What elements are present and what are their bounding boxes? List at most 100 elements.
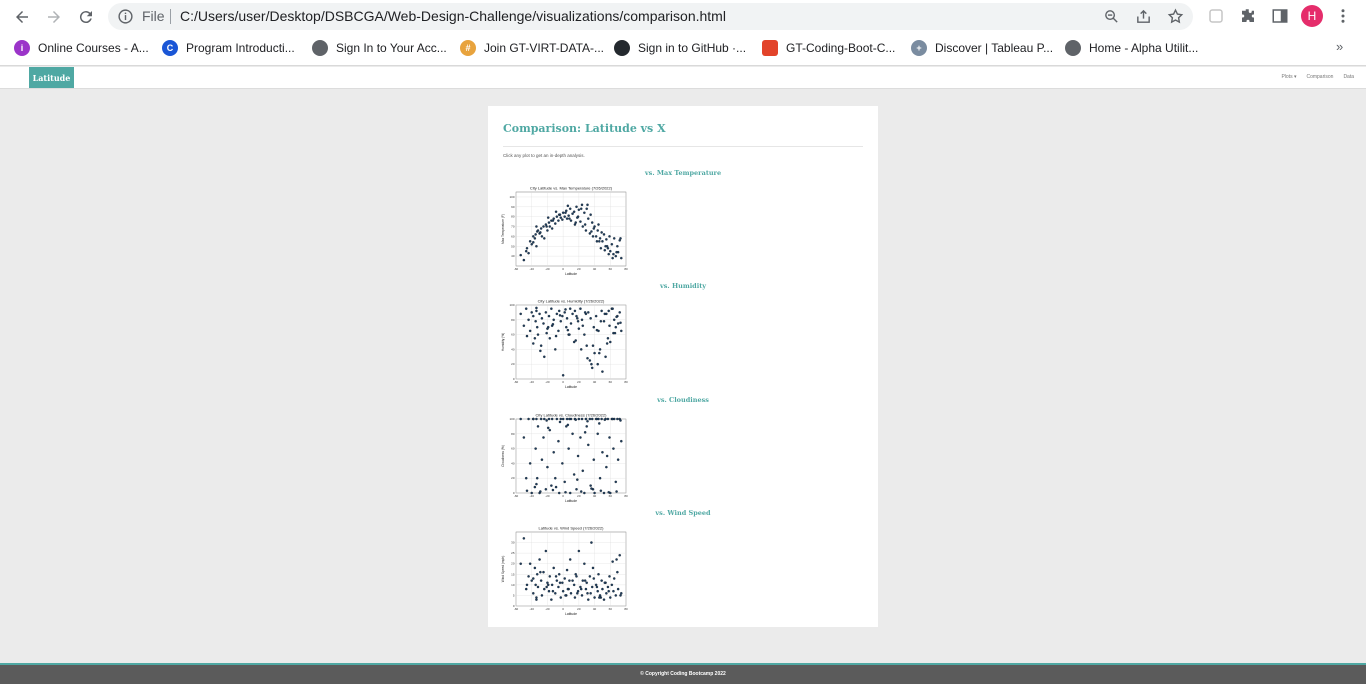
data-point <box>616 322 620 325</box>
y-axis-label: Cloudiness (%) <box>501 445 505 467</box>
plot-wind-speed[interactable]: Latitude vs. Wind Speed (7/26/2022) -60 -4… <box>500 524 630 620</box>
bookmarks-overflow-icon[interactable]: » <box>1336 39 1343 54</box>
data-point <box>534 320 537 323</box>
globe-purple-icon: i <box>14 40 30 56</box>
data-point <box>527 417 530 421</box>
section-heading-wind-speed: vs. Wind Speed <box>655 509 711 517</box>
data-point <box>608 575 611 578</box>
data-point <box>525 583 529 587</box>
back-icon[interactable] <box>11 6 33 28</box>
plot-humidity[interactable]: City Latitude vs. Humidity (7/26/2022) -6… <box>500 297 630 393</box>
profile-avatar[interactable]: H <box>1301 5 1323 27</box>
data-point <box>605 245 609 248</box>
nav-links: Plots ▾ Comparison Data <box>1281 74 1354 80</box>
tableau-icon: + <box>911 40 927 56</box>
data-point <box>540 458 544 461</box>
url-text[interactable]: C:/Users/user/Desktop/DSBCGA/Web-Design-… <box>180 8 726 24</box>
data-point <box>619 321 622 325</box>
extensions-puzzle-icon[interactable] <box>1239 7 1257 25</box>
slack-icon: # <box>460 40 476 56</box>
data-point <box>612 318 616 322</box>
reload-icon[interactable] <box>75 6 97 28</box>
data-point <box>530 243 533 246</box>
bookmark-slack[interactable]: # Join GT-VIRT-DATA-... <box>460 39 604 57</box>
data-point <box>546 216 550 219</box>
data-point <box>574 339 577 342</box>
x-axis-label: Latitude <box>565 499 577 503</box>
nav-plots-dropdown[interactable]: Plots ▾ <box>1281 74 1296 80</box>
chart-title: City Latitude vs. Humidity (7/26/2022) <box>538 299 605 304</box>
nav-data[interactable]: Data <box>1343 74 1354 80</box>
comparison-card: Comparison: Latitude vs X Click any plot… <box>488 106 878 627</box>
data-point <box>589 484 592 487</box>
data-point <box>593 491 596 495</box>
data-point <box>619 419 622 422</box>
forward-icon[interactable] <box>43 6 65 28</box>
data-point <box>609 340 612 344</box>
bookmark-label: GT-Coding-Boot-C... <box>786 41 896 55</box>
bookmark-tableau[interactable]: + Discover | Tableau P... <box>911 39 1053 57</box>
data-point <box>522 436 526 439</box>
data-point <box>614 594 618 597</box>
extension-box-icon[interactable] <box>1207 7 1225 25</box>
bookmark-online-courses[interactable]: i Online Courses - A... <box>14 39 149 57</box>
data-point <box>599 246 603 250</box>
data-point <box>527 318 530 322</box>
plot-max-temperature[interactable]: City Latitude vs. Max Temperature (7/26/… <box>500 184 630 280</box>
brand-logo[interactable]: Latitude <box>29 67 74 88</box>
data-point <box>573 309 577 313</box>
y-tick-label: 60 <box>511 447 515 451</box>
data-point <box>540 317 544 320</box>
data-point <box>587 598 590 601</box>
data-point <box>538 558 541 561</box>
data-point <box>568 491 572 495</box>
menu-kebab-icon[interactable] <box>1334 7 1352 25</box>
data-point <box>539 344 543 347</box>
zoom-icon[interactable] <box>1103 8 1120 25</box>
data-point <box>587 311 590 314</box>
y-tick-label: 100 <box>509 417 514 421</box>
data-point <box>554 222 557 225</box>
data-point <box>554 348 557 351</box>
bookmark-sign-in[interactable]: Sign In to Your Acc... <box>312 39 447 57</box>
y-tick-label: 30 <box>511 541 515 545</box>
bookmark-alpha-utilities[interactable]: Home - Alpha Utilit... <box>1065 39 1198 57</box>
data-point <box>593 351 596 355</box>
data-point <box>548 337 552 340</box>
data-point <box>539 579 543 582</box>
y-axis-label: Humidity (%) <box>501 333 505 351</box>
data-point <box>533 566 537 570</box>
globe-icon <box>1065 40 1081 56</box>
data-point <box>602 598 606 601</box>
y-tick-label: 20 <box>511 362 515 366</box>
x-tick-label: 20 <box>577 607 581 611</box>
data-point <box>615 558 618 561</box>
y-axis-label: Max Temperature (F) <box>501 214 505 244</box>
data-point <box>577 417 581 421</box>
data-point <box>535 245 538 248</box>
data-point <box>524 249 528 253</box>
address-bar[interactable]: File C:/Users/user/Desktop/DSBCGA/Web-De… <box>108 3 1193 30</box>
y-tick-label: 80 <box>511 432 515 436</box>
share-icon[interactable] <box>1135 8 1152 25</box>
site-footer: © Copyright Coding Bootcamp 2022 <box>0 663 1366 684</box>
bookmark-program-intro[interactable]: C Program Introducti... <box>162 39 295 57</box>
data-point <box>543 355 546 359</box>
x-tick-label: 60 <box>609 380 613 384</box>
bookmark-label: Online Courses - A... <box>38 41 149 55</box>
bookmark-github[interactable]: Sign in to GitHub ·... <box>614 39 746 57</box>
data-point <box>568 217 571 220</box>
star-icon[interactable] <box>1167 8 1184 25</box>
side-panel-icon[interactable] <box>1271 7 1289 25</box>
data-point <box>548 225 552 228</box>
data-point <box>607 589 610 593</box>
data-point <box>588 417 592 421</box>
data-point <box>519 417 522 421</box>
bookmark-gitlab[interactable]: GT-Coding-Boot-C... <box>762 39 895 57</box>
plot-cloudiness[interactable]: City Latitude vs. Cloudiness (7/26/2022)… <box>500 411 630 507</box>
info-icon[interactable] <box>117 8 134 25</box>
data-point <box>605 454 609 458</box>
data-point <box>574 418 577 421</box>
data-point <box>543 417 546 421</box>
nav-comparison[interactable]: Comparison <box>1306 74 1333 80</box>
